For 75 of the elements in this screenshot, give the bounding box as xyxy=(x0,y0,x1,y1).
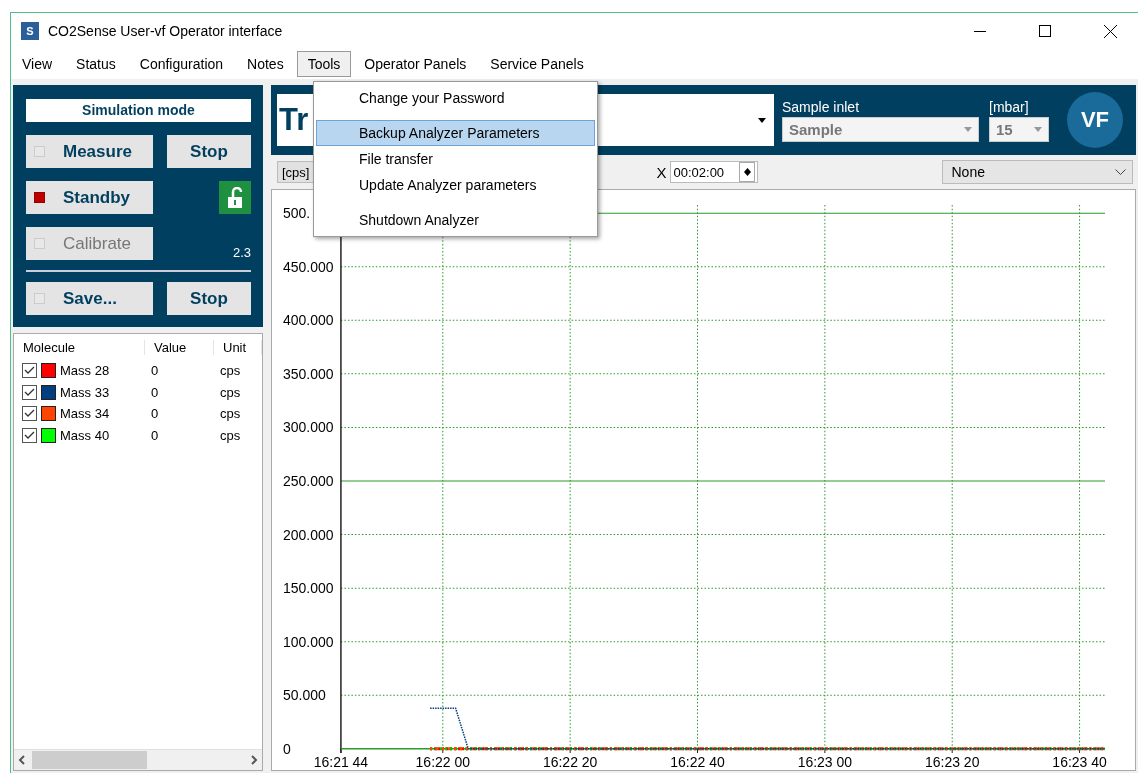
chevron-down-icon xyxy=(1115,169,1127,175)
y-tick-label: 500. xyxy=(283,205,311,222)
menu-item[interactable]: Configuration xyxy=(128,51,235,77)
checkbox[interactable] xyxy=(22,427,37,443)
column-header: Value xyxy=(145,339,214,355)
dropdown-arrow-icon xyxy=(758,117,766,123)
menu-item[interactable]: Operator Panels xyxy=(353,51,478,77)
menu-item[interactable]: Notes xyxy=(236,51,295,77)
menu-item[interactable]: Update Analyzer parameters xyxy=(316,172,595,207)
x-tick-label: 16:22 00 xyxy=(415,753,470,770)
y-tick-label: 450.000 xyxy=(283,258,334,275)
checkbox[interactable] xyxy=(22,363,37,379)
mode-label: Simulation mode xyxy=(26,99,251,122)
lock-button[interactable] xyxy=(219,181,251,214)
y-tick-label: 400.000 xyxy=(283,312,334,329)
version-label: 2.3 xyxy=(232,245,251,260)
x-tick-label: 16:23 40 xyxy=(1052,753,1107,770)
menu-item[interactable]: File transfer xyxy=(316,146,595,172)
unit-button[interactable]: [cps] xyxy=(277,161,315,183)
x-tick-label: 16:22 20 xyxy=(542,753,598,770)
table-cell-text: cps xyxy=(219,363,242,379)
x-tick-label: 16:23 00 xyxy=(797,753,853,770)
x-tick-label: 16:23 20 xyxy=(925,753,980,770)
table-cell-text: 0 xyxy=(150,427,160,443)
table-cell-text: cps xyxy=(219,384,242,400)
field-label: [mbar] xyxy=(989,98,1030,115)
table-cell: Mass 33 xyxy=(60,384,110,400)
table-cell-text: 0 xyxy=(150,363,160,379)
x-tick-label: 16:21 44 xyxy=(313,753,369,770)
y-tick-label: 0 xyxy=(283,740,291,757)
table-cell: Mass 40 xyxy=(60,427,110,443)
window-title: CO2Sense User-vf Operator interface xyxy=(48,23,284,39)
dropdown-arrow-icon xyxy=(964,126,972,132)
table-cell: Mass 28 xyxy=(60,363,110,379)
y-tick-label: 350.000 xyxy=(283,365,334,382)
table-cell-text: 0 xyxy=(150,384,160,400)
stop-button[interactable]: Stop xyxy=(167,135,251,168)
control-button[interactable]: Measure xyxy=(26,135,153,168)
control-button[interactable]: Standby xyxy=(26,181,153,214)
checkbox[interactable] xyxy=(22,406,37,422)
menu-item[interactable]: View xyxy=(11,51,64,77)
table-cell-text: 0 xyxy=(150,406,160,422)
y-tick-label: 100.000 xyxy=(283,633,334,650)
column-header: Molecule xyxy=(14,339,145,355)
x-label: X xyxy=(656,163,667,181)
menu-item[interactable]: Tools xyxy=(296,51,352,77)
menu-item[interactable]: Status xyxy=(65,51,127,77)
close-icon xyxy=(1103,24,1117,38)
menu-item[interactable]: Shutdown Analyzer xyxy=(316,207,595,233)
checkbox[interactable] xyxy=(22,384,37,400)
field-label: Sample inlet xyxy=(782,98,861,115)
table-cell-text: cps xyxy=(219,406,242,422)
y-tick-label: 200.000 xyxy=(283,526,334,543)
menu-item[interactable]: Change your Password xyxy=(316,85,595,120)
x-tick-label: 16:22 40 xyxy=(670,753,725,770)
time-span-spinner[interactable]: 00:02:00 xyxy=(670,161,759,183)
y-tick-label: 50.000 xyxy=(283,687,326,704)
control-button[interactable]: Save... xyxy=(26,282,153,315)
dropdown-arrow-icon xyxy=(1034,126,1042,132)
table-cell-text: cps xyxy=(219,427,242,443)
y-tick-label: 250.000 xyxy=(283,473,334,490)
minimize-icon xyxy=(974,30,986,32)
stop-button[interactable]: Stop xyxy=(167,282,251,315)
menu-item[interactable]: Service Panels xyxy=(479,51,595,77)
horizontal-scrollbar[interactable] xyxy=(14,749,262,770)
padlock-icon xyxy=(227,186,243,209)
y-tick-label: 150.000 xyxy=(283,580,334,597)
maximize-icon xyxy=(1039,25,1051,37)
y-tick-label: 300.000 xyxy=(283,419,334,436)
overlay-select[interactable]: None xyxy=(942,160,1134,184)
column-header: Unit xyxy=(214,339,262,355)
table-cell: Mass 34 xyxy=(60,406,110,422)
menu-item[interactable]: Backup Analyzer Parameters xyxy=(316,120,595,146)
app-icon: S xyxy=(21,22,39,40)
logo: VF xyxy=(1067,92,1123,148)
